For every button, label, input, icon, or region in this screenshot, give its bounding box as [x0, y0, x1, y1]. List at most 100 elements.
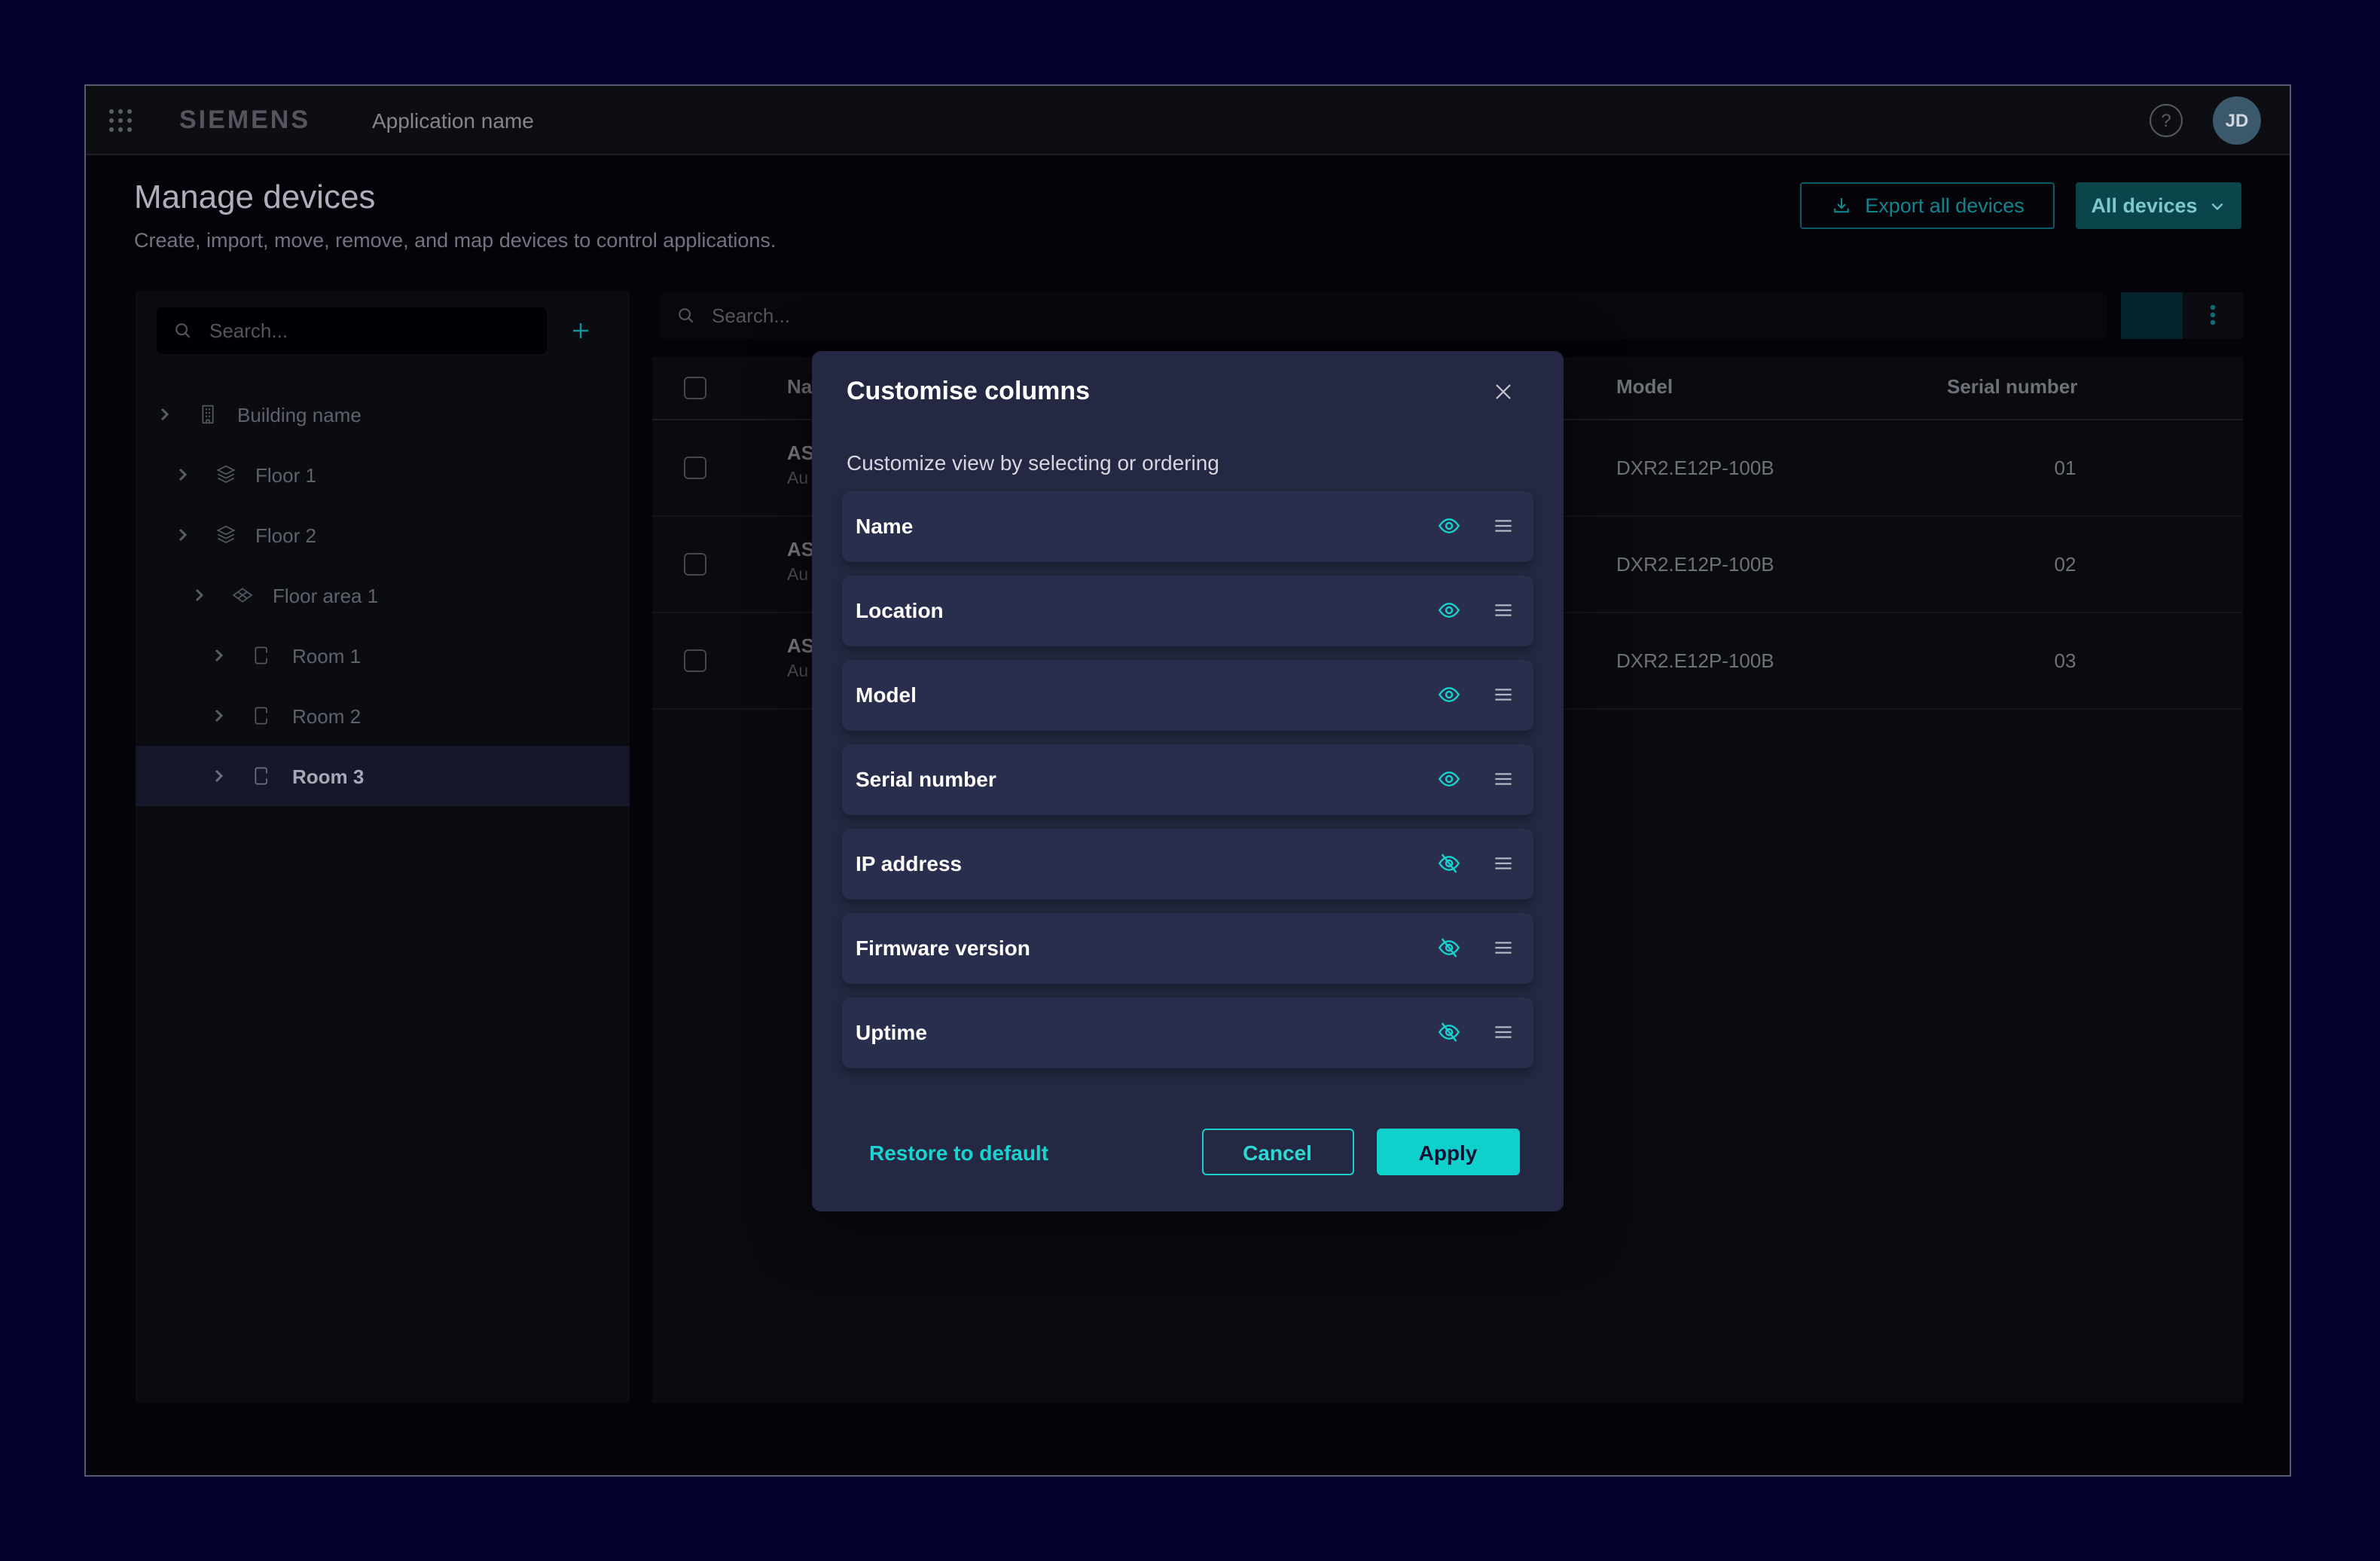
brand-logo: SIEMENS — [179, 105, 310, 136]
device-name: AS — [787, 633, 814, 660]
column-item-serial-number[interactable]: Serial number — [842, 744, 1533, 814]
visibility-eye-off-icon[interactable] — [1437, 1020, 1461, 1044]
column-label: Uptime — [856, 1020, 927, 1044]
tree-item-label: Floor 2 — [255, 524, 316, 546]
column-header-serial[interactable]: Serial number — [1947, 375, 2077, 398]
screen: SIEMENS Application name ? JD Manage dev… — [0, 0, 2380, 1561]
scope-label: All devices — [2091, 194, 2197, 217]
export-all-devices-button[interactable]: Export all devices — [1800, 182, 2055, 229]
device-serial: 02 — [2035, 553, 2095, 576]
building-icon — [195, 402, 219, 426]
tree-item-label: Room 2 — [292, 704, 361, 727]
drag-handle-icon[interactable] — [1491, 936, 1515, 960]
device-serial: 01 — [2035, 457, 2095, 479]
tree-item-room-2[interactable]: Room 2 — [136, 686, 630, 746]
kebab-icon — [2202, 303, 2223, 327]
tree-item-floor-area-1[interactable]: Floor area 1 — [136, 565, 630, 625]
search-icon — [674, 304, 697, 326]
tree-item-building[interactable]: Building name — [136, 384, 630, 444]
drag-handle-icon[interactable] — [1491, 514, 1515, 538]
column-label: IP address — [856, 851, 962, 875]
drag-handle-icon[interactable] — [1491, 851, 1515, 875]
page-subtitle: Create, import, move, remove, and map de… — [134, 229, 776, 252]
chevron-right-icon[interactable] — [174, 527, 189, 542]
column-item-model[interactable]: Model — [842, 659, 1533, 730]
app-header: SIEMENS Application name ? JD — [86, 86, 2290, 155]
column-label: Location — [856, 598, 944, 622]
select-all-checkbox[interactable] — [683, 377, 706, 399]
dialog-title: Customise columns — [847, 376, 1090, 406]
row-checkbox[interactable] — [683, 553, 706, 576]
device-search-input[interactable] — [709, 302, 2092, 328]
drag-handle-icon[interactable] — [1491, 598, 1515, 622]
column-label: Firmware version — [856, 936, 1030, 960]
location-tree: Building name Floor 1 — [136, 384, 630, 806]
tree-item-floor-2[interactable]: Floor 2 — [136, 505, 630, 565]
chevron-down-icon — [2208, 197, 2226, 215]
device-name: AS — [787, 440, 814, 467]
page-title: Manage devices — [134, 178, 375, 217]
tree-item-label: Floor 1 — [255, 463, 316, 486]
chevron-right-icon[interactable] — [211, 648, 226, 663]
floor-icon — [213, 463, 237, 487]
floor-area-icon — [230, 583, 255, 607]
user-avatar[interactable]: JD — [2213, 96, 2261, 145]
app-launcher-grid-icon[interactable] — [107, 107, 134, 134]
all-devices-dropdown[interactable]: All devices — [2076, 182, 2241, 229]
tree-item-label: Building name — [237, 403, 362, 426]
customize-columns-button[interactable] — [2120, 292, 2182, 338]
tree-item-floor-1[interactable]: Floor 1 — [136, 444, 630, 505]
drag-handle-icon[interactable] — [1491, 1020, 1515, 1044]
drag-handle-icon[interactable] — [1491, 767, 1515, 791]
visibility-eye-icon[interactable] — [1437, 598, 1461, 622]
table-options-kebab-menu[interactable] — [2183, 292, 2243, 338]
location-tree-panel: Building name Floor 1 — [136, 291, 630, 1403]
column-item-uptime[interactable]: Uptime — [842, 997, 1533, 1068]
row-checkbox[interactable] — [683, 457, 706, 479]
download-icon — [1830, 194, 1853, 217]
visibility-eye-off-icon[interactable] — [1437, 936, 1461, 960]
column-item-location[interactable]: Location — [842, 575, 1533, 646]
application-name: Application name — [372, 108, 534, 133]
device-subtitle: Au — [787, 564, 814, 588]
column-label: Model — [856, 683, 917, 707]
column-label: Serial number — [856, 767, 996, 791]
tree-search-input[interactable] — [206, 318, 532, 344]
device-model: DXR2.E12P-100B — [1616, 649, 1774, 672]
visibility-eye-icon[interactable] — [1437, 514, 1461, 538]
close-icon[interactable] — [1490, 377, 1517, 405]
chevron-right-icon[interactable] — [174, 467, 189, 482]
add-location-button[interactable] — [560, 310, 600, 350]
dialog-subtitle: Customize view by selecting or ordering — [847, 450, 1219, 474]
help-icon[interactable]: ? — [2150, 104, 2183, 137]
chevron-right-icon[interactable] — [156, 407, 171, 422]
visibility-eye-off-icon[interactable] — [1437, 851, 1461, 875]
room-icon — [250, 704, 274, 728]
drag-handle-icon[interactable] — [1491, 683, 1515, 707]
tree-item-label: Room 1 — [292, 644, 361, 667]
column-item-firmware-version[interactable]: Firmware version — [842, 912, 1533, 983]
restore-to-default-link[interactable]: Restore to default — [869, 1140, 1048, 1164]
column-item-ip-address[interactable]: IP address — [842, 828, 1533, 899]
row-checkbox[interactable] — [683, 649, 706, 672]
tree-search — [157, 307, 547, 354]
tree-item-label: Floor area 1 — [273, 584, 378, 606]
chevron-right-icon[interactable] — [211, 708, 226, 723]
device-subtitle: Au — [787, 660, 814, 684]
visibility-eye-icon[interactable] — [1437, 767, 1461, 791]
column-item-name[interactable]: Name — [842, 490, 1533, 561]
cancel-button[interactable]: Cancel — [1201, 1129, 1353, 1175]
chevron-right-icon[interactable] — [191, 588, 206, 603]
tree-item-room-1[interactable]: Room 1 — [136, 625, 630, 686]
visibility-eye-icon[interactable] — [1437, 683, 1461, 707]
chevron-right-icon[interactable] — [211, 768, 226, 784]
column-header-model[interactable]: Model — [1616, 375, 1673, 398]
device-subtitle: Au — [787, 467, 814, 491]
apply-button[interactable]: Apply — [1377, 1129, 1519, 1175]
tree-item-room-3[interactable]: Room 3 — [136, 746, 630, 806]
room-icon — [250, 643, 274, 667]
floor-icon — [213, 523, 237, 547]
room-icon — [250, 764, 274, 788]
column-label: Name — [856, 514, 913, 538]
device-search — [659, 292, 2107, 338]
